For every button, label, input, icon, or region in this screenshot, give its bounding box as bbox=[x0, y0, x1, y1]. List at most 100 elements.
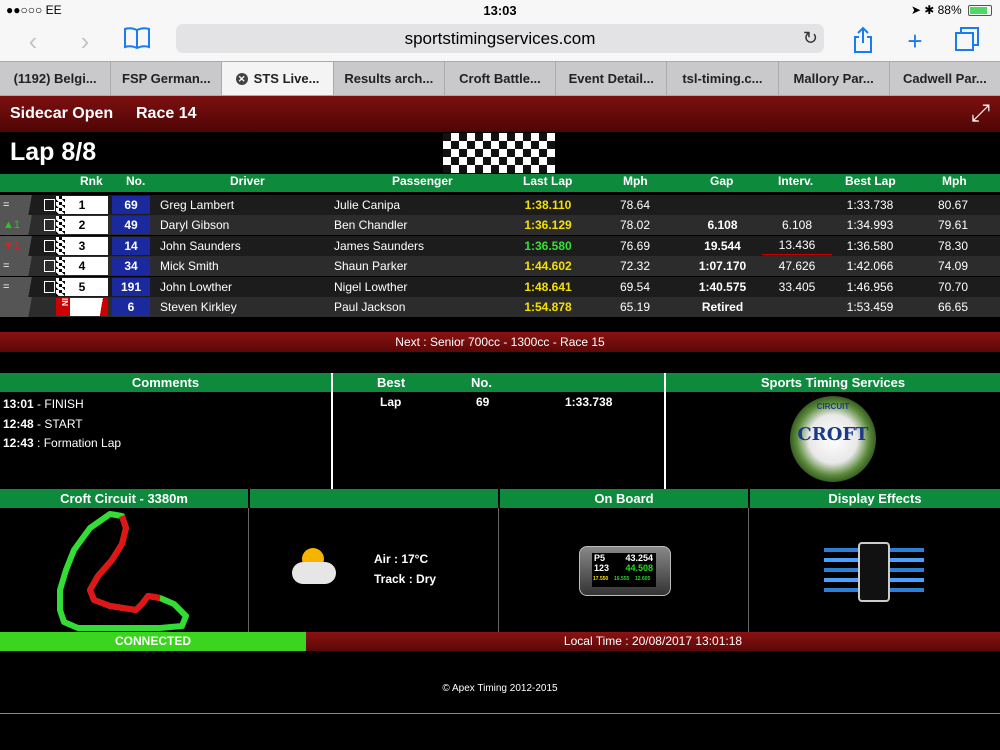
row-checkbox[interactable] bbox=[44, 240, 55, 252]
tab-item[interactable]: Event Detail... bbox=[556, 62, 668, 95]
table-row[interactable]: = 4 34 Mick Smith Shaun Parker 1:44.602 … bbox=[0, 256, 1000, 276]
display-effects-icon[interactable] bbox=[824, 540, 924, 602]
gap-value: 6.108 bbox=[707, 218, 738, 232]
gap-value: Retired bbox=[701, 300, 744, 314]
location-icon: ➤ bbox=[910, 3, 921, 17]
driver-name: Greg Lambert bbox=[160, 198, 235, 212]
last-lap-mph: 78.02 bbox=[619, 218, 651, 232]
tab-item[interactable]: Cadwell Par... bbox=[890, 62, 1000, 95]
position-value: 4 bbox=[78, 259, 86, 273]
tab-item[interactable]: (1192) Belgi... bbox=[0, 62, 112, 95]
comment-time: 12:48 bbox=[3, 417, 34, 431]
position-value: 1 bbox=[78, 198, 86, 212]
display-effects-header: Display Effects bbox=[750, 489, 1000, 508]
passenger-name: Paul Jackson bbox=[334, 300, 406, 314]
reload-icon[interactable]: ↻ bbox=[803, 24, 818, 53]
interval-value: 47.626 bbox=[778, 259, 816, 273]
new-tab-icon[interactable]: + bbox=[900, 26, 930, 56]
position-change: = bbox=[0, 277, 42, 297]
local-time: Local Time : 20/08/2017 13:01:18 bbox=[306, 632, 1000, 651]
best-lap-time: 1:33.738 bbox=[846, 198, 894, 212]
best-lap-time: 1:36.580 bbox=[846, 239, 894, 253]
divider bbox=[748, 508, 749, 632]
table-row[interactable]: = 5 191 John Lowther Nigel Lowther 1:48.… bbox=[0, 277, 1000, 297]
comment-text: - FINISH bbox=[33, 397, 84, 411]
share-icon[interactable] bbox=[848, 26, 878, 56]
tab-item[interactable]: Croft Battle... bbox=[445, 62, 557, 95]
results-header: Rnk No. Driver Passenger Last Lap Mph Ga… bbox=[0, 174, 1000, 192]
croft-circuit-logo: CIRCUIT CROFT bbox=[790, 396, 876, 482]
last-lap-time: 1:38.110 bbox=[524, 198, 572, 212]
best-header: Best No. bbox=[333, 373, 664, 392]
tab-strip: (1192) Belgi... FSP German... ✕ STS Live.… bbox=[0, 61, 1000, 96]
weather-header bbox=[250, 489, 498, 508]
onboard-number: 123 bbox=[594, 563, 610, 573]
last-lap-time: 1:54.878 bbox=[524, 300, 572, 314]
copyright: © Apex Timing 2012-2015 bbox=[442, 683, 558, 694]
race-number-badge: 14 bbox=[112, 237, 150, 255]
bookmarks-icon[interactable] bbox=[122, 26, 152, 56]
best-lap-mph: 78.30 bbox=[937, 239, 969, 253]
row-checkbox[interactable] bbox=[44, 219, 55, 231]
row-checkbox[interactable] bbox=[44, 281, 55, 293]
tab-item[interactable]: Results arch... bbox=[334, 62, 445, 95]
comment-item: 12:48 - START bbox=[3, 417, 83, 431]
tab-item[interactable]: tsl-timing.c... bbox=[667, 62, 779, 95]
logo-top-text: CIRCUIT bbox=[816, 402, 850, 411]
tabs-overview-icon[interactable] bbox=[952, 26, 982, 56]
position-value: 5 bbox=[78, 280, 86, 294]
onboard-phone-icon[interactable]: P5 43.254 123 44.508 17.550 16.555 12.60… bbox=[579, 546, 671, 596]
last-lap-mph: 65.19 bbox=[619, 300, 651, 314]
fullscreen-icon[interactable]: ⤢ bbox=[971, 100, 990, 128]
table-row[interactable]: = 1 69 Greg Lambert Julie Canipa 1:38.11… bbox=[0, 195, 1000, 215]
battery-status: ➤ ✱ 88% bbox=[911, 3, 992, 17]
onboard-time1: 43.254 bbox=[625, 553, 653, 563]
back-icon[interactable]: ‹ bbox=[18, 26, 48, 56]
tab-item-active[interactable]: ✕ STS Live... bbox=[222, 62, 334, 95]
last-lap-time: 1:44.602 bbox=[524, 259, 572, 273]
passenger-name: Nigel Lowther bbox=[334, 280, 408, 294]
url-text: sportstimingservices.com bbox=[404, 29, 596, 48]
row-checkbox[interactable] bbox=[44, 260, 55, 272]
best-time: 1:33.738 bbox=[565, 395, 613, 409]
forward-icon[interactable]: › bbox=[70, 26, 100, 56]
last-lap-mph: 78.64 bbox=[619, 198, 651, 212]
tab-item[interactable]: Mallory Par... bbox=[779, 62, 890, 95]
col-interval: Interv. bbox=[778, 174, 814, 188]
tab-label: Event Detail... bbox=[568, 71, 654, 86]
best-number: 69 bbox=[476, 395, 490, 409]
best-lap-mph: 79.61 bbox=[937, 218, 969, 232]
close-tab-icon[interactable]: ✕ bbox=[235, 73, 248, 85]
best-lap-time: 1:42.066 bbox=[846, 259, 894, 273]
position-badge: 4 bbox=[56, 257, 108, 275]
tab-label: (1192) Belgi... bbox=[13, 71, 97, 86]
race-number-badge: 6 bbox=[112, 298, 150, 316]
col-rnk: Rnk bbox=[80, 174, 103, 188]
best-no-label: No. bbox=[471, 375, 492, 390]
position-badge: 2 bbox=[56, 216, 108, 234]
table-row[interactable]: ▲1 2 49 Daryl Gibson Ben Chandler 1:36.1… bbox=[0, 215, 1000, 235]
onboard-pos: P5 bbox=[594, 553, 606, 563]
best-lap-mph: 80.67 bbox=[937, 198, 969, 212]
chequered-flag-icon bbox=[443, 133, 555, 173]
best-lap-mph: 70.70 bbox=[937, 280, 969, 294]
position-badge: 1 bbox=[56, 196, 108, 214]
interval-value: 6.108 bbox=[781, 218, 813, 232]
tab-item[interactable]: FSP German... bbox=[111, 62, 223, 95]
pit-in-badge: IN bbox=[56, 298, 108, 316]
table-row[interactable]: ▼1 3 14 John Saunders James Saunders 1:3… bbox=[0, 236, 1000, 256]
table-row[interactable]: IN 6 Steven Kirkley Paul Jackson 1:54.87… bbox=[0, 297, 1000, 317]
best-lap-time: 1:46.956 bbox=[846, 280, 894, 294]
race-class: Sidecar Open bbox=[10, 105, 114, 122]
race-number-badge: 191 bbox=[112, 278, 150, 296]
position-value: 2 bbox=[78, 218, 86, 232]
comment-time: 12:43 bbox=[3, 436, 34, 450]
comment-text: - START bbox=[33, 417, 83, 431]
tab-label: Croft Battle... bbox=[459, 71, 541, 86]
row-checkbox[interactable] bbox=[44, 199, 55, 211]
track-condition: Track : Dry bbox=[374, 572, 437, 586]
passenger-name: James Saunders bbox=[334, 239, 425, 253]
sts-header: Sports Timing Services bbox=[666, 373, 1000, 392]
col-driver: Driver bbox=[230, 174, 265, 188]
address-bar[interactable]: sportstimingservices.com ↻ bbox=[176, 24, 824, 53]
